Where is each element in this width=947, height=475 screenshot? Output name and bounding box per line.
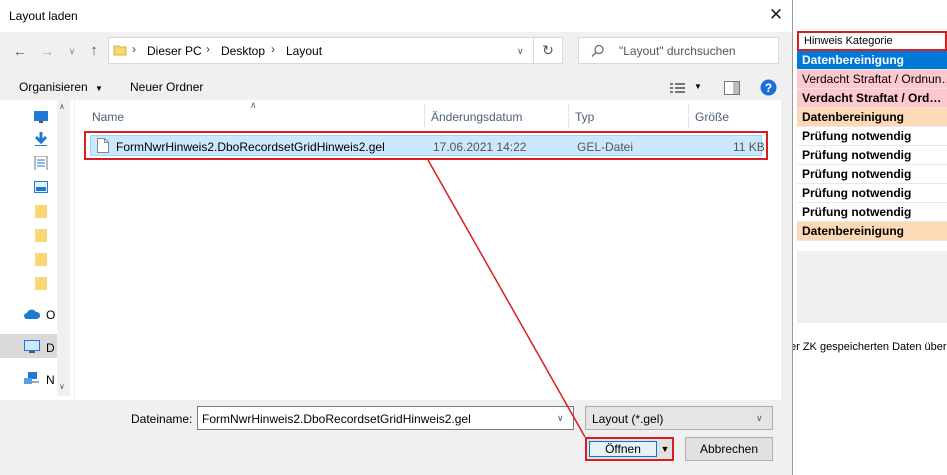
annotation-arrow: [427, 159, 586, 438]
